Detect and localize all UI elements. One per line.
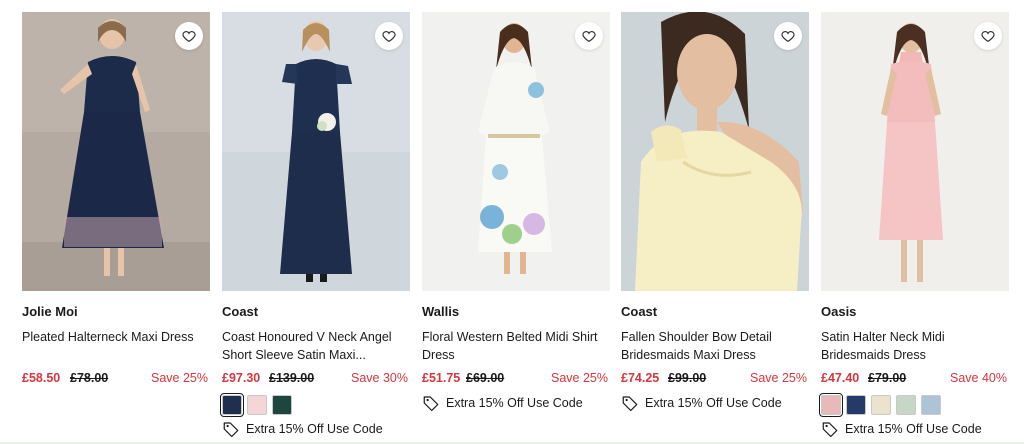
wishlist-button[interactable] bbox=[974, 22, 1002, 50]
swatch-cream[interactable] bbox=[871, 395, 891, 415]
product-card[interactable]: Wallis Floral Western Belted Midi Shirt … bbox=[422, 12, 610, 444]
product-image[interactable] bbox=[222, 12, 410, 291]
heart-icon bbox=[781, 31, 795, 43]
swatch-navy[interactable] bbox=[846, 395, 866, 415]
product-brand[interactable]: Wallis bbox=[422, 304, 459, 319]
swatch-light-blue[interactable] bbox=[921, 395, 941, 415]
product-prices: £97.30 £139.00 Save 30% bbox=[222, 371, 408, 389]
product-prices: £74.25 £99.00 Save 25% bbox=[621, 371, 807, 389]
tag-icon bbox=[223, 422, 239, 438]
heart-icon bbox=[582, 31, 596, 43]
swatch-navy[interactable] bbox=[220, 393, 244, 417]
promo-text: Extra 15% Off Use Code bbox=[845, 422, 982, 436]
product-title[interactable]: Coast Honoured V Neck Angel Short Sleeve… bbox=[222, 328, 408, 364]
color-swatches bbox=[819, 393, 941, 417]
promo-text: Extra 15% Off Use Code bbox=[446, 396, 583, 410]
product-title[interactable]: Floral Western Belted Midi Shirt Dress bbox=[422, 328, 608, 364]
product-image[interactable] bbox=[422, 12, 610, 291]
save-percent: Save 40% bbox=[950, 371, 1007, 385]
product-brand[interactable]: Jolie Moi bbox=[22, 304, 78, 319]
product-prices: £51.75 £69.00 Save 25% bbox=[422, 371, 608, 389]
price-current: £47.40 bbox=[821, 371, 860, 385]
product-grid: Jolie Moi Pleated Halterneck Maxi Dress … bbox=[22, 12, 1010, 444]
price-current: £58.50 bbox=[22, 371, 61, 385]
product-brand[interactable]: Oasis bbox=[821, 304, 856, 319]
product-card[interactable]: Oasis Satin Halter Neck Midi Bridesmaids… bbox=[819, 12, 1009, 444]
heart-icon bbox=[981, 31, 995, 43]
tag-icon bbox=[622, 396, 638, 412]
price-original: £69.00 bbox=[466, 371, 505, 385]
product-image[interactable] bbox=[621, 12, 809, 291]
product-prices: £47.40 £79.00 Save 40% bbox=[821, 371, 1007, 389]
product-title[interactable]: Satin Halter Neck Midi Bridesmaids Dress bbox=[821, 328, 1007, 364]
product-card[interactable]: Jolie Moi Pleated Halterneck Maxi Dress … bbox=[22, 12, 210, 444]
wishlist-button[interactable] bbox=[575, 22, 603, 50]
heart-icon bbox=[182, 31, 196, 43]
price-current: £51.75 bbox=[422, 371, 461, 385]
price-current: £74.25 bbox=[621, 371, 660, 385]
price-original: £139.00 bbox=[269, 371, 315, 385]
product-title[interactable]: Pleated Halterneck Maxi Dress bbox=[22, 328, 208, 346]
wishlist-button[interactable] bbox=[774, 22, 802, 50]
price-current: £97.30 bbox=[222, 371, 261, 385]
product-prices: £58.50 £78.00 Save 25% bbox=[22, 371, 208, 389]
promo-text: Extra 15% Off Use Code bbox=[246, 422, 383, 436]
swatch-pink-print[interactable] bbox=[247, 395, 267, 415]
product-brand[interactable]: Coast bbox=[621, 304, 657, 319]
promo-code-banner[interactable]: Extra 15% Off Use Code bbox=[821, 420, 982, 438]
promo-code-banner[interactable]: Extra 15% Off Use Code bbox=[621, 394, 782, 412]
save-percent: Save 25% bbox=[151, 371, 208, 385]
product-card[interactable]: Coast Fallen Shoulder Bow Detail Bridesm… bbox=[621, 12, 809, 444]
promo-code-banner[interactable]: Extra 15% Off Use Code bbox=[422, 394, 583, 412]
product-brand[interactable]: Coast bbox=[222, 304, 258, 319]
product-image[interactable] bbox=[821, 12, 1009, 291]
wishlist-button[interactable] bbox=[175, 22, 203, 50]
promo-code-banner[interactable]: Extra 15% Off Use Code bbox=[222, 420, 383, 438]
swatch-blush[interactable] bbox=[819, 393, 843, 417]
swatch-sage[interactable] bbox=[896, 395, 916, 415]
save-percent: Save 25% bbox=[551, 371, 608, 385]
product-card[interactable]: Coast Coast Honoured V Neck Angel Short … bbox=[220, 12, 410, 444]
product-title[interactable]: Fallen Shoulder Bow Detail Bridesmaids M… bbox=[621, 328, 807, 364]
price-original: £79.00 bbox=[868, 371, 907, 385]
tag-icon bbox=[423, 396, 439, 412]
tag-icon bbox=[822, 422, 838, 438]
product-image[interactable] bbox=[22, 12, 210, 291]
promo-text: Extra 15% Off Use Code bbox=[645, 396, 782, 410]
wishlist-button[interactable] bbox=[375, 22, 403, 50]
save-percent: Save 25% bbox=[750, 371, 807, 385]
price-original: £78.00 bbox=[70, 371, 109, 385]
color-swatches bbox=[220, 393, 292, 417]
swatch-green[interactable] bbox=[272, 395, 292, 415]
heart-icon bbox=[382, 31, 396, 43]
price-original: £99.00 bbox=[668, 371, 707, 385]
save-percent: Save 30% bbox=[351, 371, 408, 385]
